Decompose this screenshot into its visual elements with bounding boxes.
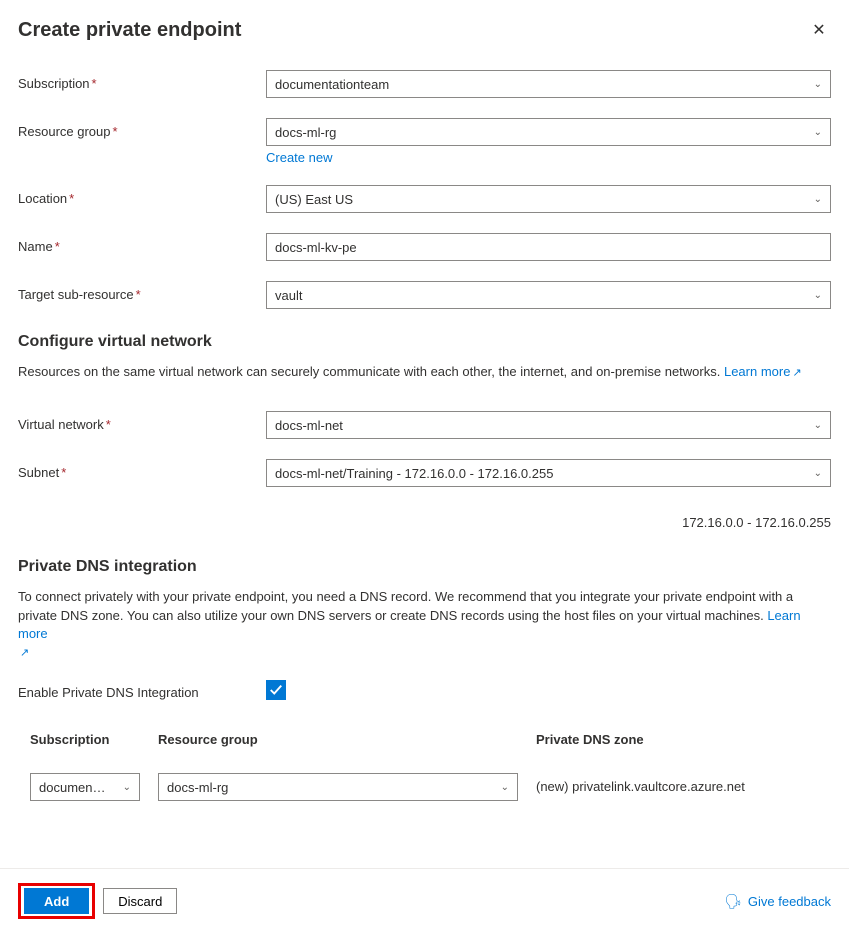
label-virtual-network: Virtual network* [18, 411, 266, 432]
label-enable-dns: Enable Private DNS Integration [18, 679, 266, 700]
ip-range-text: 172.16.0.0 - 172.16.0.255 [18, 515, 831, 530]
add-button-highlight: Add [18, 883, 95, 919]
label-name: Name* [18, 233, 266, 254]
dns-subscription-value: documen… [39, 780, 105, 795]
dns-zone-value: (new) privatelink.vaultcore.azure.net [536, 773, 819, 794]
chevron-down-icon: ⌄ [501, 782, 509, 793]
vnet-description: Resources on the same virtual network ca… [18, 363, 831, 381]
dns-description: To connect privately with your private e… [18, 588, 831, 661]
vnet-learn-more-link[interactable]: Learn more↗ [724, 364, 802, 379]
chevron-down-icon: ⌄ [814, 194, 822, 205]
dns-header-subscription: Subscription [30, 732, 140, 747]
give-feedback-link[interactable]: 🗣 Give feedback [724, 893, 831, 910]
location-value: (US) East US [275, 192, 353, 207]
add-button[interactable]: Add [24, 888, 89, 914]
dns-header-zone: Private DNS zone [536, 732, 819, 747]
chevron-down-icon: ⌄ [123, 782, 131, 793]
checkmark-icon [269, 683, 283, 697]
dns-header-resource-group: Resource group [158, 732, 518, 747]
subnet-value: docs-ml-net/Training - 172.16.0.0 - 172.… [275, 466, 553, 481]
label-target-sub-resource: Target sub-resource* [18, 281, 266, 302]
label-subscription: Subscription* [18, 70, 266, 91]
resource-group-select[interactable]: docs-ml-rg ⌄ [266, 118, 831, 146]
name-input[interactable]: docs-ml-kv-pe [266, 233, 831, 261]
label-subnet: Subnet* [18, 459, 266, 480]
external-link-icon: ↗ [20, 646, 29, 661]
chevron-down-icon: ⌄ [814, 290, 822, 301]
label-location: Location* [18, 185, 266, 206]
target-sub-resource-value: vault [275, 288, 302, 303]
location-select[interactable]: (US) East US ⌄ [266, 185, 831, 213]
subscription-select[interactable]: documentationteam ⌄ [266, 70, 831, 98]
section-dns-title: Private DNS integration [18, 558, 831, 576]
enable-dns-checkbox[interactable] [266, 680, 286, 700]
create-new-link[interactable]: Create new [266, 150, 332, 165]
virtual-network-select[interactable]: docs-ml-net ⌄ [266, 411, 831, 439]
chevron-down-icon: ⌄ [814, 468, 822, 479]
virtual-network-value: docs-ml-net [275, 418, 343, 433]
section-vnet-title: Configure virtual network [18, 333, 831, 351]
dns-subscription-select[interactable]: documen… ⌄ [30, 773, 140, 801]
subscription-value: documentationteam [275, 77, 389, 92]
discard-button[interactable]: Discard [103, 888, 177, 914]
resource-group-value: docs-ml-rg [275, 125, 336, 140]
close-icon[interactable]: ✕ [807, 18, 831, 42]
dns-resource-group-select[interactable]: docs-ml-rg ⌄ [158, 773, 518, 801]
subnet-select[interactable]: docs-ml-net/Training - 172.16.0.0 - 172.… [266, 459, 831, 487]
chevron-down-icon: ⌄ [814, 127, 822, 138]
chevron-down-icon: ⌄ [814, 420, 822, 431]
label-resource-group: Resource group* [18, 118, 266, 139]
chevron-down-icon: ⌄ [814, 79, 822, 90]
feedback-icon: 🗣 [724, 893, 742, 910]
dns-resource-group-value: docs-ml-rg [167, 780, 228, 795]
external-link-icon: ↗ [792, 366, 801, 381]
page-title: Create private endpoint [18, 19, 241, 42]
target-sub-resource-select[interactable]: vault ⌄ [266, 281, 831, 309]
name-value: docs-ml-kv-pe [275, 240, 357, 255]
